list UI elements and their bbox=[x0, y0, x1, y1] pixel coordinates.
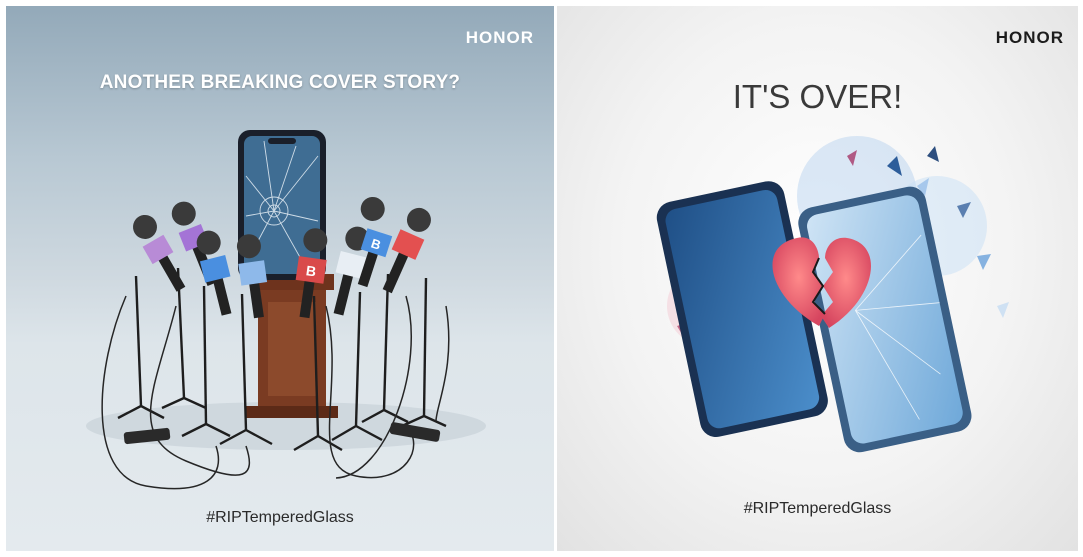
shattering-phone-illustration bbox=[656, 136, 1009, 453]
left-ad-panel: HONOR ANOTHER BREAKING COVER STORY? B B … bbox=[6, 6, 554, 551]
right-hashtag: #RIPTemperedGlass bbox=[743, 500, 892, 517]
press-conference-illustration: B B bbox=[86, 130, 486, 490]
left-hashtag: #RIPTemperedGlass bbox=[206, 509, 354, 526]
right-ad-panel: HONOR IT'S OVER! #RIPTemperedGlass bbox=[557, 6, 1078, 551]
